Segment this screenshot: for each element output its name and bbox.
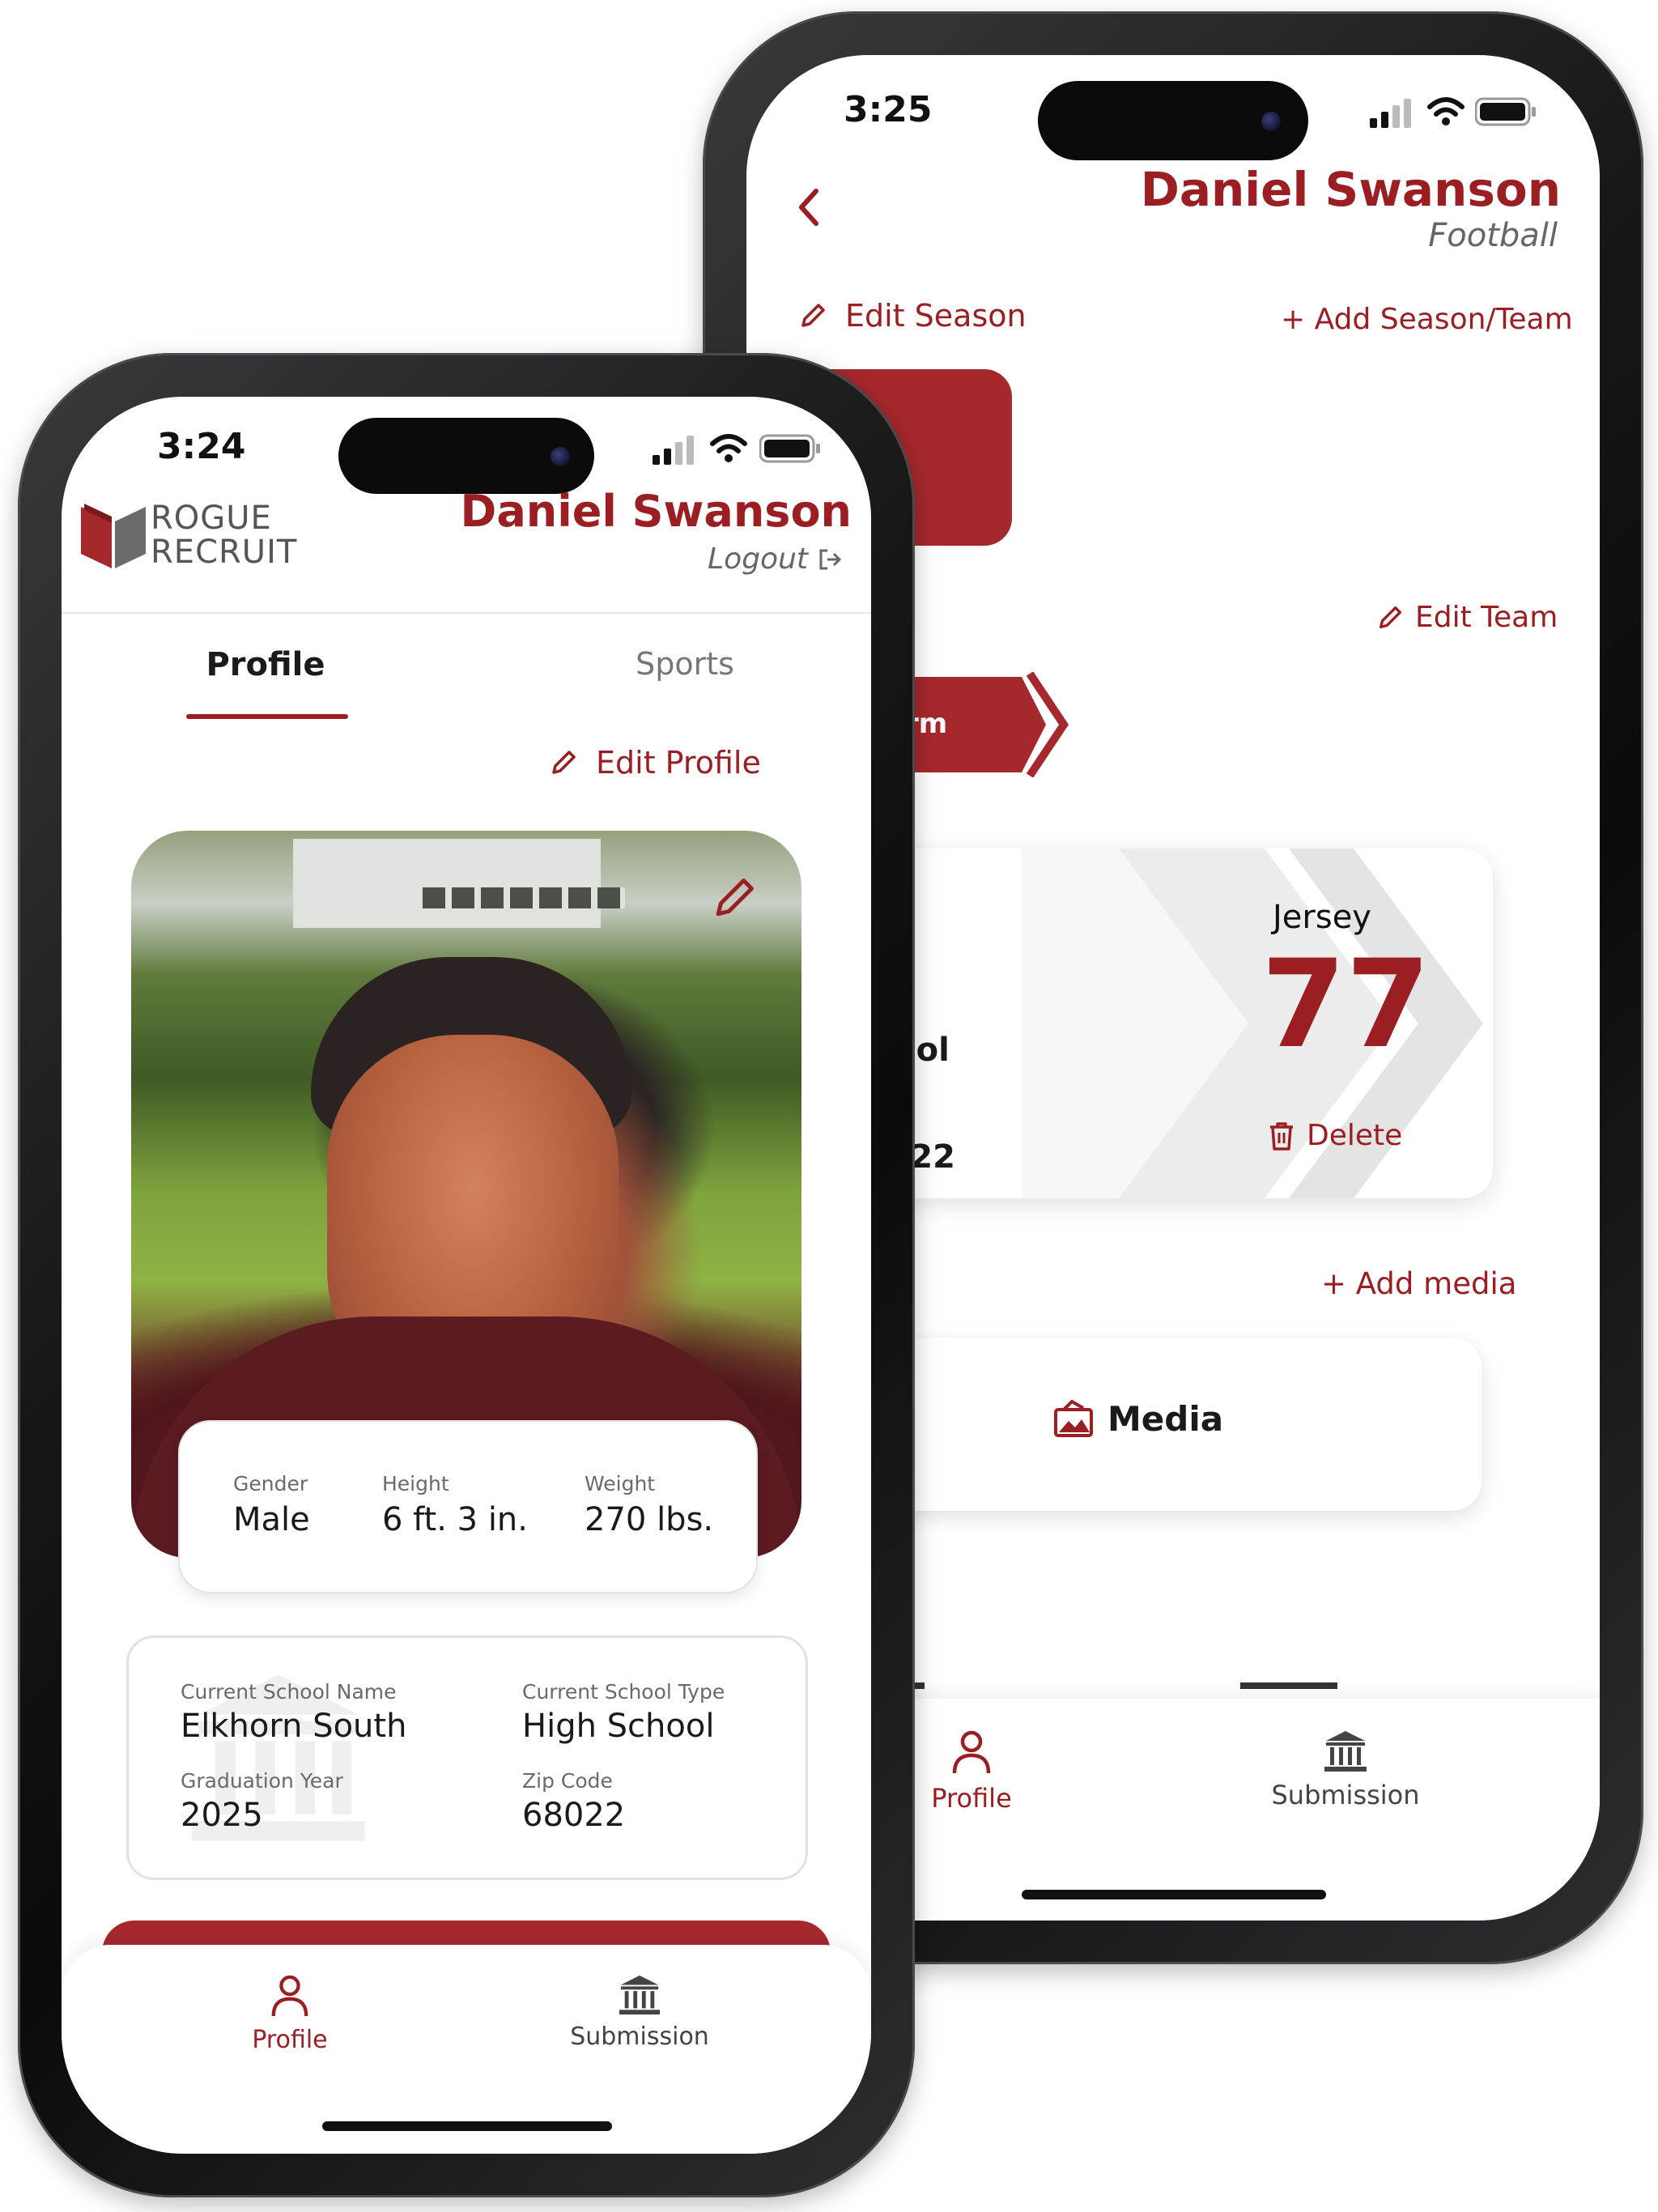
pencil-icon — [1379, 606, 1402, 628]
nav-profile-label: Profile — [252, 2026, 328, 2054]
school-name-value: Elkhorn South — [181, 1708, 407, 1745]
trash-icon — [1270, 1121, 1293, 1151]
home-indicator[interactable] — [322, 2121, 612, 2131]
sport-name: Football — [1428, 217, 1558, 254]
dynamic-island — [1038, 81, 1308, 160]
height-value: 6 ft. 3 in. — [382, 1501, 528, 1538]
photo-building-windows — [423, 887, 625, 908]
jersey-label: Jersey — [1273, 899, 1371, 936]
logo-line2: RECRUIT — [151, 534, 298, 571]
athlete-name: Daniel Swanson — [1140, 162, 1561, 217]
wifi-icon — [1427, 97, 1465, 125]
back-chevron-icon[interactable] — [797, 188, 821, 227]
front-phone-screen: 3:24 ROGUE RECRUIT Daniel Swanson Logout — [62, 397, 871, 2154]
gender-value: Male — [233, 1501, 310, 1538]
weight-label: Weight — [585, 1472, 656, 1495]
physical-stats-card: Gender Male Height 6 ft. 3 in. Weight 27… — [178, 1420, 758, 1593]
media-icon — [1054, 1399, 1093, 1437]
zip-code-label: Zip Code — [522, 1769, 613, 1793]
delete-label: Delete — [1307, 1119, 1403, 1152]
graduation-year-value: 2025 — [181, 1797, 263, 1834]
dynamic-island — [338, 418, 594, 494]
gender-label: Gender — [233, 1472, 308, 1495]
status-time: 3:25 — [844, 89, 933, 130]
logout-label: Logout — [708, 542, 808, 576]
signal-icon — [653, 436, 694, 465]
school-info-card: Current School Name Elkhorn South Curren… — [126, 1636, 808, 1880]
tab-active-underline — [186, 714, 348, 719]
institution-icon — [1324, 1731, 1367, 1772]
nav-submission-label: Submission — [570, 2023, 709, 2051]
nav-submission-label: Submission — [1271, 1780, 1420, 1810]
school-type-label: Current School Type — [522, 1680, 725, 1704]
nav-submission[interactable]: Submission — [559, 1974, 721, 2051]
nav-profile[interactable]: Profile — [915, 1728, 1028, 1814]
logout-icon — [819, 549, 842, 569]
header-divider — [62, 612, 871, 614]
delete-button[interactable]: Delete — [1268, 1119, 1402, 1152]
zip-code-value: 68022 — [522, 1797, 626, 1834]
rogue-recruit-logo[interactable]: ROGUE RECRUIT — [79, 500, 297, 570]
tab-sports-label: Sports — [636, 646, 734, 682]
logo-line1: ROGUE — [151, 500, 272, 537]
pencil-icon — [552, 751, 576, 774]
book-logo-icon — [81, 504, 146, 568]
school-type-value: High School — [522, 1708, 715, 1745]
edit-profile-label: Edit Profile — [596, 745, 761, 781]
nav-submission[interactable]: Submission — [1265, 1729, 1426, 1810]
media-row: Media — [1052, 1399, 1223, 1439]
battery-icon — [1475, 97, 1536, 126]
jersey-number: 77 — [1261, 934, 1431, 1075]
logout-button[interactable]: Logout — [708, 542, 842, 576]
person-icon — [271, 1975, 308, 2017]
institution-icon — [619, 1975, 661, 2015]
underlying-text-peek — [1240, 1682, 1337, 1689]
graduation-year-label: Graduation Year — [181, 1769, 343, 1793]
pencil-icon — [801, 304, 825, 327]
battery-icon — [759, 434, 820, 463]
tab-profile[interactable]: Profile — [185, 646, 346, 683]
media-label: Media — [1107, 1399, 1224, 1439]
person-icon — [952, 1730, 991, 1774]
nav-profile-label: Profile — [931, 1783, 1012, 1814]
tab-profile-label: Profile — [206, 646, 325, 683]
institution-watermark-icon — [192, 1674, 365, 1841]
tab-sports[interactable]: Sports — [604, 646, 766, 682]
signal-icon — [1370, 99, 1411, 128]
edit-photo-pencil-icon[interactable] — [708, 871, 761, 925]
photo-building — [293, 839, 601, 928]
add-season-team-button[interactable]: + Add Season/Team — [1281, 303, 1573, 336]
edit-team-label: Edit Team — [1415, 601, 1558, 634]
weight-value: 270 lbs. — [585, 1501, 714, 1538]
edit-season-label: Edit Season — [845, 298, 1027, 334]
status-time: 3:24 — [157, 426, 246, 467]
edit-season-button[interactable]: Edit Season — [797, 298, 1027, 334]
school-name-label: Current School Name — [181, 1680, 397, 1704]
wifi-icon — [710, 434, 747, 462]
height-label: Height — [382, 1472, 449, 1495]
athlete-name: Daniel Swanson — [460, 486, 852, 537]
edit-profile-button[interactable]: Edit Profile — [547, 745, 761, 781]
home-indicator[interactable] — [1022, 1890, 1326, 1899]
add-media-button[interactable]: + Add media — [1321, 1266, 1516, 1301]
nav-profile[interactable]: Profile — [233, 1972, 346, 2054]
edit-team-button[interactable]: Edit Team — [1375, 601, 1558, 634]
